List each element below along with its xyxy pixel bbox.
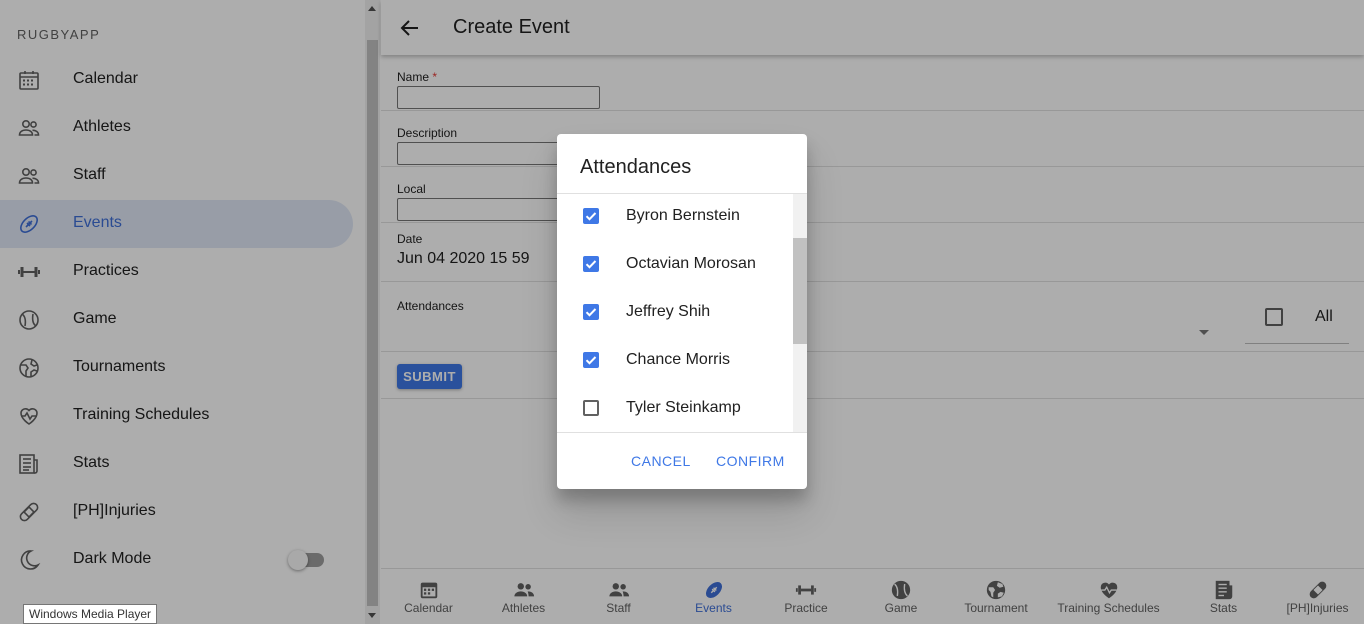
attendee-name: Octavian Morosan [626,255,756,272]
dialog-title: Attendances [580,156,692,178]
attendee-name: Tyler Steinkamp [626,399,741,416]
attendee-row[interactable]: Chance Morris [557,337,792,385]
attendee-name: Byron Bernstein [626,207,740,224]
confirm-button[interactable]: CONFIRM [716,453,785,469]
divider [557,432,807,433]
attendee-name: Chance Morris [626,351,731,368]
checkbox-checked-icon[interactable] [583,352,599,368]
attendee-row[interactable]: Jeffrey Shih [557,289,792,337]
attendee-row[interactable]: Byron Bernstein [557,193,792,241]
checkbox-checked-icon[interactable] [583,256,599,272]
scrollbar-thumb[interactable] [793,238,807,344]
checkbox-checked-icon[interactable] [583,304,599,320]
checkbox-checked-icon[interactable] [583,208,599,224]
dialog-scrollbar[interactable] [793,194,807,432]
tooltip: Windows Media Player [23,604,158,624]
attendances-dialog: Attendances Byron Bernstein Octavian Mor… [557,134,807,489]
attendee-row[interactable]: Octavian Morosan [557,241,792,289]
attendee-row[interactable]: Tyler Steinkamp [557,385,792,433]
attendee-name: Jeffrey Shih [626,303,711,320]
checkbox-unchecked-icon[interactable] [583,400,599,416]
cancel-button[interactable]: CANCEL [631,453,691,469]
